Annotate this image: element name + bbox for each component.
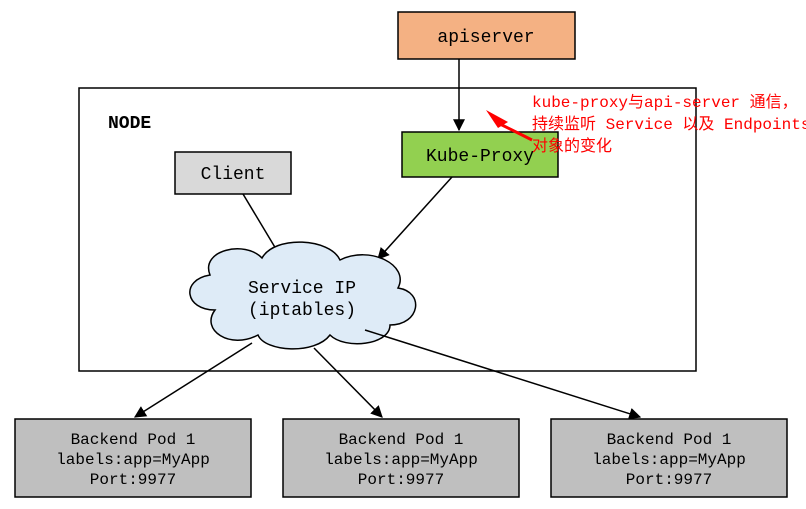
- pod1-port: Port:9977: [90, 471, 176, 489]
- pod1-title: Backend Pod 1: [71, 431, 196, 449]
- pod3-port: Port:9977: [626, 471, 712, 489]
- service-ip-line1: Service IP: [248, 279, 356, 299]
- arrow-serviceip-to-pod1: [135, 343, 252, 417]
- service-ip-line2: (iptables): [248, 301, 356, 321]
- pod2-title: Backend Pod 1: [339, 431, 464, 449]
- node-label: NODE: [108, 114, 151, 134]
- annotation-line3: 对象的变化: [532, 137, 612, 156]
- pod3-labels: labels:app=MyApp: [592, 451, 746, 469]
- pod2-port: Port:9977: [358, 471, 444, 489]
- annotation-line1: kube-proxy与api-server 通信，: [532, 93, 798, 112]
- service-ip-cloud: Service IP (iptables): [190, 242, 416, 349]
- pod3-title: Backend Pod 1: [607, 431, 732, 449]
- pod2-labels: labels:app=MyApp: [324, 451, 478, 469]
- client-box: Client: [175, 152, 291, 194]
- annotation-line2: 持续监听 Service 以及 Endpoints: [532, 115, 806, 134]
- client-label: Client: [201, 165, 266, 185]
- apiserver-label: apiserver: [437, 28, 534, 48]
- backend-pod-2: Backend Pod 1 labels:app=MyApp Port:9977: [283, 419, 519, 497]
- apiserver-box: apiserver: [398, 12, 575, 59]
- pod1-labels: labels:app=MyApp: [56, 451, 210, 469]
- backend-pod-3: Backend Pod 1 labels:app=MyApp Port:9977: [551, 419, 787, 497]
- backend-pod-1: Backend Pod 1 labels:app=MyApp Port:9977: [15, 419, 251, 497]
- arrow-serviceip-to-pod2: [314, 348, 382, 417]
- arrow-serviceip-to-pod3: [365, 330, 640, 417]
- annotation-text: kube-proxy与api-server 通信， 持续监听 Service 以…: [532, 93, 806, 156]
- arrow-kubeproxy-to-serviceip: [378, 177, 452, 259]
- kube-proxy-label: Kube-Proxy: [426, 147, 534, 167]
